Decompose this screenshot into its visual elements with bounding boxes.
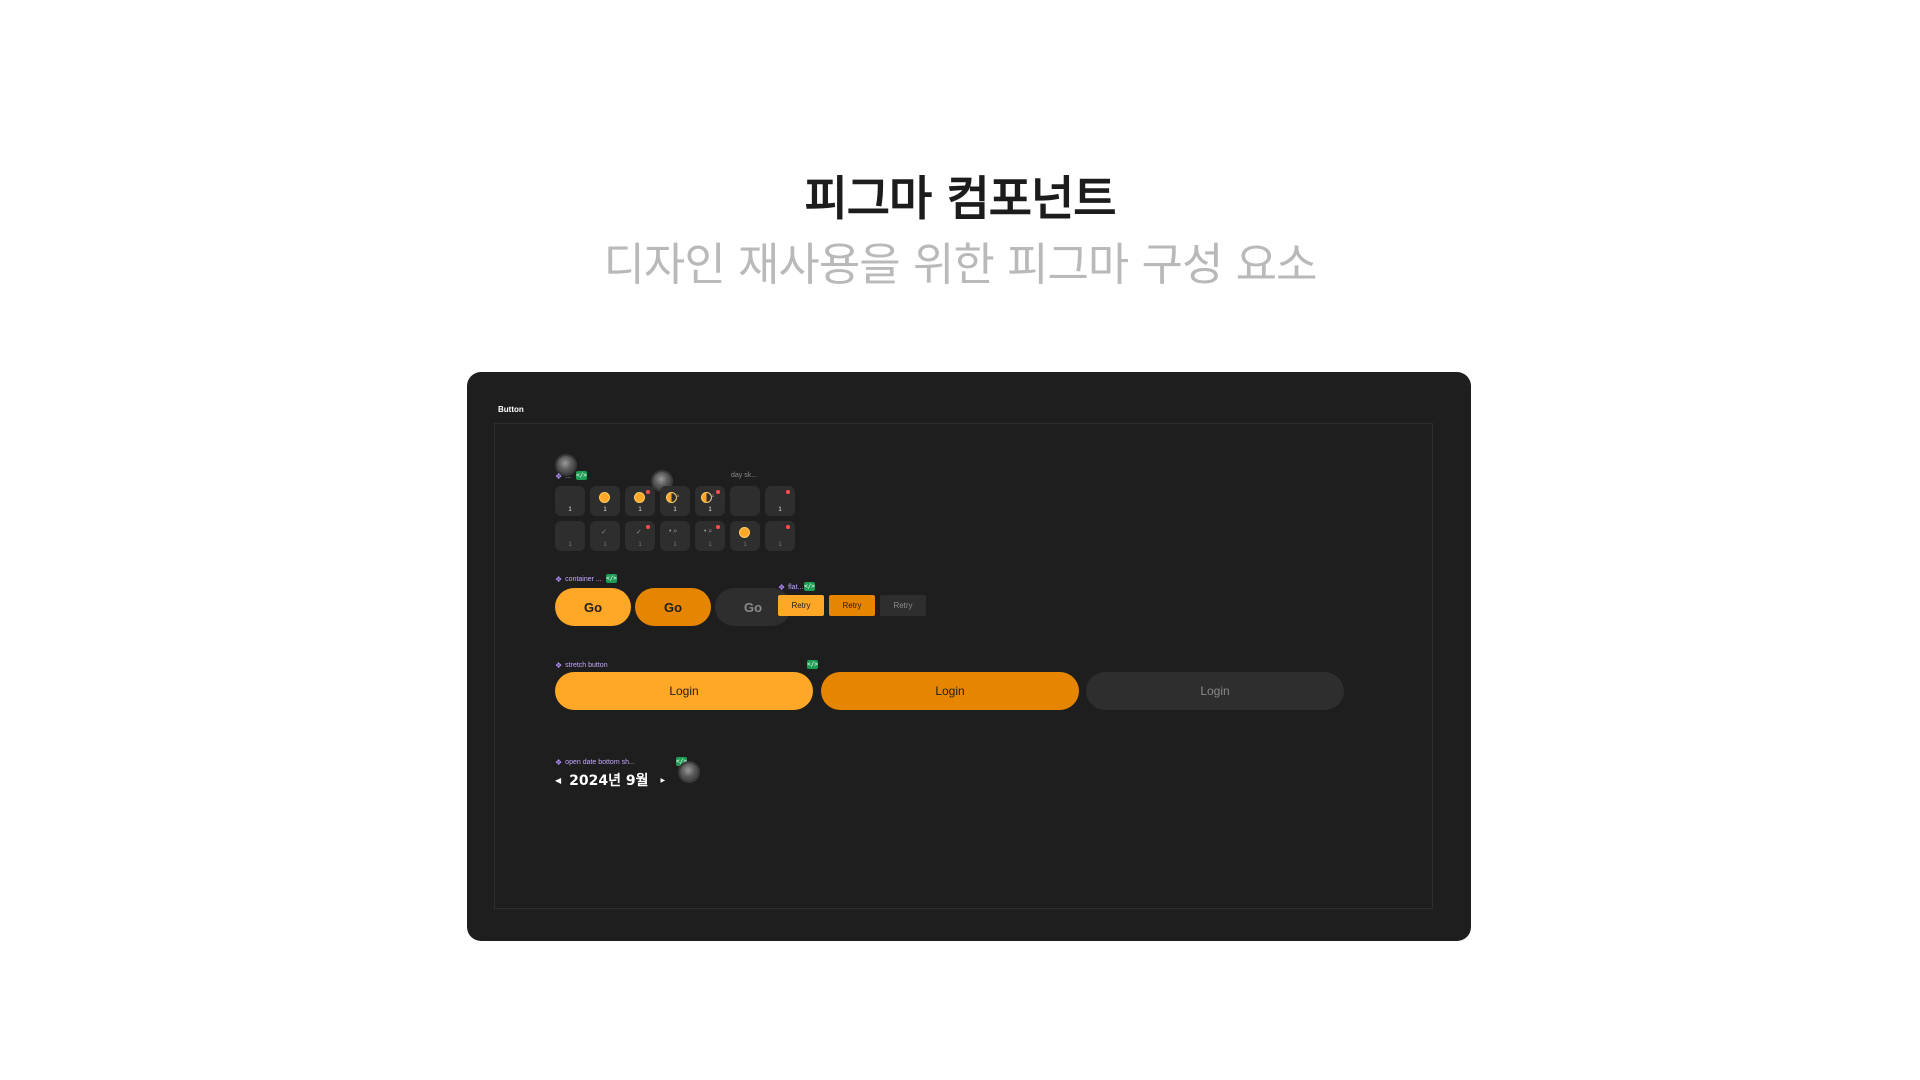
badge-dot bbox=[646, 525, 650, 529]
diamond-icon: ❖ bbox=[778, 583, 786, 592]
day-cell[interactable]: 1 bbox=[625, 486, 655, 516]
day-skeleton-label[interactable]: day sk... bbox=[731, 472, 757, 479]
badge-dot bbox=[786, 490, 790, 494]
day-number: 1 bbox=[638, 507, 642, 513]
sun-icon bbox=[739, 527, 750, 538]
date-navigator: ◀ 2024년 9월 ▶ bbox=[555, 770, 665, 790]
stretch-label-text: stretch button bbox=[565, 662, 608, 669]
sun-icon bbox=[634, 492, 645, 503]
go-button-default[interactable]: Go bbox=[555, 588, 631, 626]
day-cell[interactable]: 1 bbox=[765, 486, 795, 516]
go-button-pressed[interactable]: Go bbox=[635, 588, 711, 626]
retry-button-pressed[interactable]: Retry bbox=[829, 595, 875, 616]
avatar-icon bbox=[678, 761, 700, 783]
day-component-label-text: ... bbox=[565, 473, 572, 480]
day-number: 1 bbox=[568, 507, 572, 513]
login-button-disabled[interactable]: Login bbox=[1086, 672, 1344, 710]
day-cell[interactable]: ⌕ 1 bbox=[660, 486, 690, 516]
day-cell[interactable] bbox=[730, 486, 760, 516]
day-cell[interactable]: 1 bbox=[555, 521, 585, 551]
day-cell[interactable]: 1 bbox=[730, 521, 760, 551]
date-component-label[interactable]: ❖ open date bottom sh... bbox=[555, 758, 635, 767]
day-cell[interactable]: ✓ 1 bbox=[625, 521, 655, 551]
retry-button-disabled[interactable]: Retry bbox=[880, 595, 926, 616]
badge-dot bbox=[716, 525, 720, 529]
day-number: 1 bbox=[568, 542, 572, 548]
hero-title: 피그마 컴포넌트 bbox=[804, 172, 1116, 227]
badge-dot bbox=[646, 490, 650, 494]
day-number: 1 bbox=[603, 507, 607, 513]
date-label-text: open date bottom sh... bbox=[565, 759, 635, 766]
figma-canvas[interactable]: Button ❖ ... </> day sk... 1 1 1 ⌕ 1 ⌕ 1 1 1 ✓ 1 ✓ 1… bbox=[467, 372, 1471, 941]
code-icon[interactable]: </> bbox=[576, 471, 587, 480]
check-icon: ✓ bbox=[601, 529, 607, 536]
search-icon: ⌕ bbox=[676, 493, 680, 500]
stretch-component-label[interactable]: ❖ stretch button bbox=[555, 661, 608, 670]
flat-component-label[interactable]: ❖ flat... bbox=[778, 583, 803, 592]
badge-dot bbox=[786, 525, 790, 529]
day-cell[interactable]: • ⌕ 1 bbox=[695, 521, 725, 551]
day-number: 1 bbox=[673, 507, 677, 513]
diamond-icon: ❖ bbox=[555, 575, 563, 584]
day-number: 1 bbox=[778, 507, 782, 513]
frame-label[interactable]: Button bbox=[498, 405, 524, 414]
check-icon: ✓ bbox=[636, 529, 642, 536]
day-number: 1 bbox=[708, 542, 712, 548]
day-cell[interactable]: • ⌕ 1 bbox=[660, 521, 690, 551]
code-icon[interactable]: </> bbox=[807, 660, 818, 669]
day-component-label[interactable]: ❖ ... bbox=[555, 472, 571, 481]
diamond-icon: ❖ bbox=[555, 472, 563, 481]
container-label-text: container ... bbox=[565, 576, 602, 583]
retry-button-default[interactable]: Retry bbox=[778, 595, 824, 616]
day-number: 1 bbox=[743, 542, 747, 548]
chevron-left-icon[interactable]: ◀ bbox=[555, 776, 561, 785]
flat-label-text: flat... bbox=[788, 584, 804, 591]
day-cell[interactable]: ✓ 1 bbox=[590, 521, 620, 551]
day-number: 1 bbox=[778, 542, 782, 548]
container-component-label[interactable]: ❖ container ... bbox=[555, 575, 602, 584]
day-number: 1 bbox=[603, 542, 607, 548]
diamond-icon: ❖ bbox=[555, 661, 563, 670]
date-text[interactable]: 2024년 9월 bbox=[569, 770, 648, 790]
login-button-pressed[interactable]: Login bbox=[821, 672, 1079, 710]
day-number: 1 bbox=[708, 507, 712, 513]
search-icon: • ⌕ bbox=[704, 528, 713, 535]
diamond-icon: ❖ bbox=[555, 758, 563, 767]
badge-dot bbox=[716, 490, 720, 494]
hero-subtitle: 디자인 재사용을 위한 피그마 구성 요소 bbox=[603, 238, 1318, 291]
day-number: 1 bbox=[638, 542, 642, 548]
button-frame[interactable]: ❖ ... </> day sk... 1 1 1 ⌕ 1 ⌕ 1 1 1 ✓ 1 ✓ 1 • ⌕ 1 • ⌕… bbox=[494, 423, 1433, 909]
day-cell[interactable]: 1 bbox=[555, 486, 585, 516]
search-icon: • ⌕ bbox=[669, 528, 678, 535]
search-icon: ⌕ bbox=[711, 493, 715, 500]
day-cell[interactable]: 1 bbox=[590, 486, 620, 516]
day-cell[interactable]: ⌕ 1 bbox=[695, 486, 725, 516]
day-skeleton-label-text: day sk... bbox=[731, 472, 758, 479]
code-icon[interactable]: </> bbox=[606, 574, 617, 583]
code-icon[interactable]: </> bbox=[804, 582, 815, 591]
sun-icon bbox=[599, 492, 610, 503]
chevron-right-icon[interactable]: ▶ bbox=[661, 777, 666, 784]
day-cell[interactable]: 1 bbox=[765, 521, 795, 551]
login-button-default[interactable]: Login bbox=[555, 672, 813, 710]
day-number: 1 bbox=[673, 542, 677, 548]
